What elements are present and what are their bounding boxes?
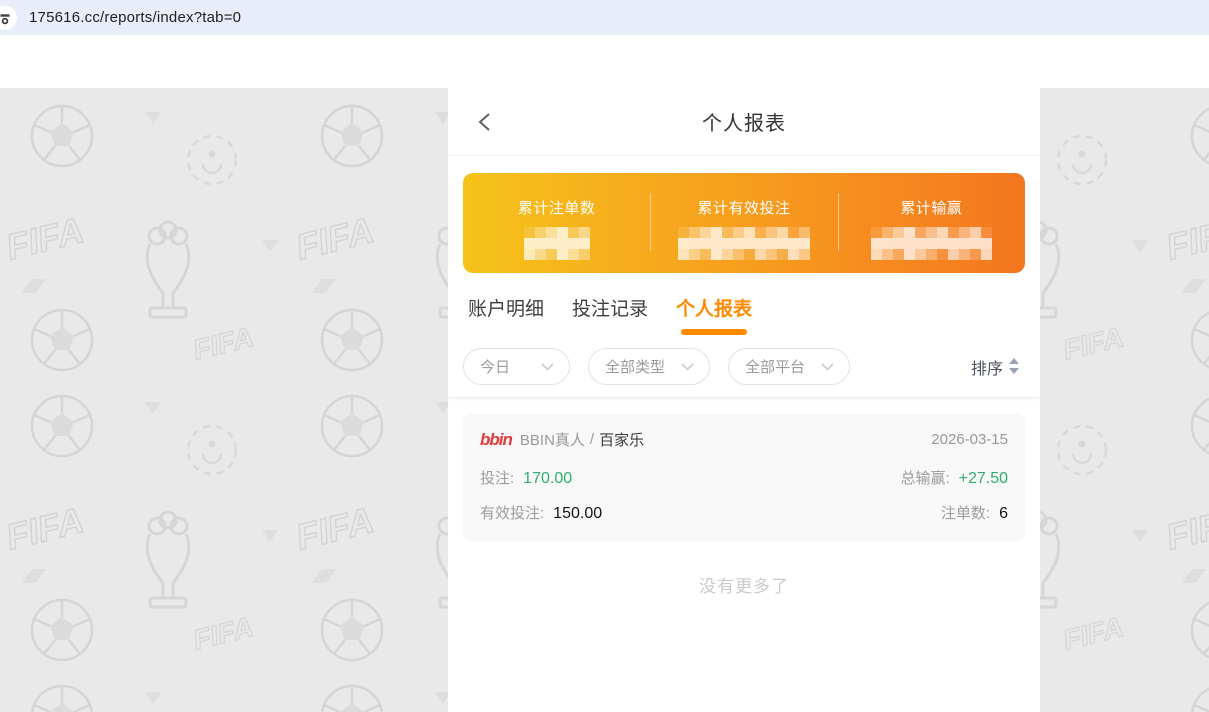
- sort-arrows-icon: [1009, 358, 1019, 375]
- filter-label: 今日: [480, 356, 510, 377]
- sort-label: 排序: [971, 355, 1003, 379]
- tab-account-details[interactable]: 账户明细: [468, 294, 544, 335]
- game-name: 百家乐: [599, 429, 644, 450]
- provider-name: BBIN真人: [520, 429, 585, 450]
- stat-label: 累计输赢: [900, 197, 962, 218]
- stat-total-winloss: 累计输赢: [838, 173, 1025, 273]
- summary-stats-card: 累计注单数 累计有效投注 累计输赢: [463, 173, 1025, 273]
- tab-personal-report[interactable]: 个人报表: [676, 294, 752, 335]
- browser-toolbar-strip: [0, 35, 1209, 88]
- winloss-cell: 总输赢: +27.50: [900, 467, 1008, 488]
- chevron-down-icon: [821, 363, 834, 371]
- record-date: 2026-03-15: [931, 431, 1008, 448]
- stat-total-bets: 累计注单数: [463, 173, 650, 273]
- site-favicon-icon: [0, 6, 17, 30]
- back-button[interactable]: [474, 110, 498, 134]
- bet-cell: 投注: 170.00: [480, 467, 900, 488]
- page-header: 个人报表: [448, 88, 1040, 156]
- filter-platform-dropdown[interactable]: 全部平台: [728, 348, 850, 385]
- censored-value: [678, 227, 810, 260]
- chevron-down-icon: [541, 363, 554, 371]
- censored-value: [524, 227, 590, 260]
- censored-value: [871, 227, 992, 260]
- content-column: 个人报表 累计注单数 累计有效投注 累计输赢 账户明细 投注记录 个人报表: [448, 88, 1040, 712]
- bet-value: 170.00: [523, 470, 572, 488]
- bet-count-cell: 注单数: 6: [900, 502, 1008, 523]
- report-tabs: 账户明细 投注记录 个人报表: [448, 273, 1040, 335]
- page-background: FIFA FIFA 个人报表 累计注单数: [0, 88, 1209, 712]
- separator: /: [590, 431, 594, 448]
- chevron-down-icon: [681, 363, 694, 371]
- bet-label: 投注:: [480, 467, 514, 488]
- stat-total-valid-bets: 累计有效投注: [650, 173, 837, 273]
- winloss-value: +27.50: [959, 470, 1008, 488]
- browser-url-bar[interactable]: 175616.cc/reports/index?tab=0: [0, 0, 1209, 35]
- record-header: bbin BBIN真人 / 百家乐 2026-03-15: [480, 429, 1008, 450]
- stat-label: 累计注单数: [518, 197, 596, 218]
- winloss-label: 总输赢:: [900, 467, 949, 488]
- chevron-left-icon: [475, 111, 497, 133]
- bbin-logo: bbin: [480, 430, 512, 450]
- address-url[interactable]: 175616.cc/reports/index?tab=0: [29, 9, 241, 26]
- no-more-text: 没有更多了: [448, 572, 1040, 597]
- filter-label: 全部平台: [745, 356, 805, 377]
- page-title: 个人报表: [702, 107, 786, 136]
- tab-bet-records[interactable]: 投注记录: [572, 294, 648, 335]
- filter-label: 全部类型: [605, 356, 665, 377]
- stat-label: 累计有效投注: [697, 197, 790, 218]
- report-record-card[interactable]: bbin BBIN真人 / 百家乐 2026-03-15 投注: 170.00 …: [463, 414, 1025, 541]
- bet-count-label: 注单数:: [941, 502, 990, 523]
- filter-date-dropdown[interactable]: 今日: [463, 348, 570, 385]
- bet-count-value: 6: [999, 505, 1008, 523]
- valid-bet-cell: 有效投注: 150.00: [480, 502, 900, 523]
- valid-bet-label: 有效投注:: [480, 502, 544, 523]
- sort-control[interactable]: 排序: [971, 355, 1025, 379]
- filter-bar: 今日 全部类型 全部平台 排序: [448, 335, 1040, 398]
- valid-bet-value: 150.00: [553, 505, 602, 523]
- record-stats: 投注: 170.00 总输赢: +27.50 有效投注: 150.00 注单数:…: [480, 467, 1008, 523]
- filter-type-dropdown[interactable]: 全部类型: [588, 348, 710, 385]
